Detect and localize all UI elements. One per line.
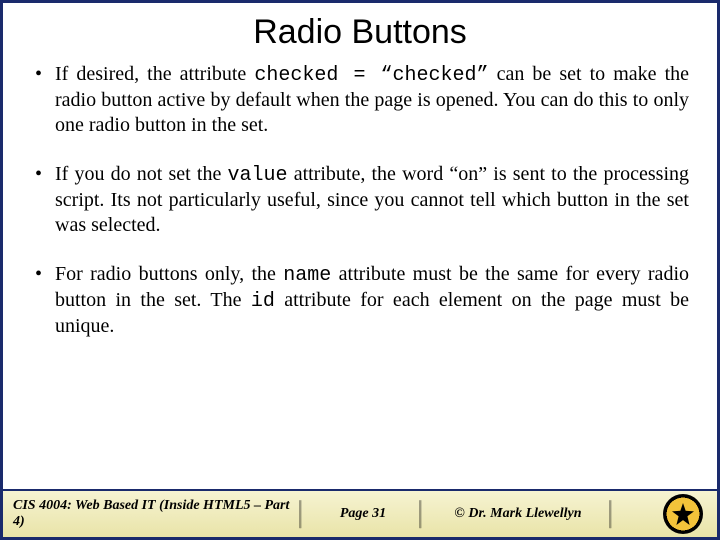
code-span: id	[251, 290, 275, 313]
ucf-logo-icon	[663, 494, 703, 534]
footer-course: CIS 4004: Web Based IT (Inside HTML5 – P…	[3, 491, 303, 537]
code-span: name	[283, 264, 331, 287]
bullet-item: If desired, the attribute checked = “che…	[33, 62, 689, 138]
bullet-text: If desired, the attribute	[55, 63, 254, 85]
bullet-text: For radio buttons only, the	[55, 263, 283, 285]
bullet-item: If you do not set the value attribute, t…	[33, 162, 689, 238]
code-span: checked = “checked”	[254, 64, 488, 87]
footer-page: Page 31	[303, 491, 423, 537]
slide-footer: CIS 4004: Web Based IT (Inside HTML5 – P…	[3, 489, 717, 537]
bullet-text: If you do not set the	[55, 163, 228, 185]
slide-body: If desired, the attribute checked = “che…	[3, 62, 717, 489]
slide-container: Radio Buttons If desired, the attribute …	[0, 0, 720, 540]
footer-logo-area	[613, 491, 717, 537]
bullet-list: If desired, the attribute checked = “che…	[33, 62, 689, 339]
bullet-item: For radio buttons only, the name attribu…	[33, 262, 689, 339]
code-span: value	[228, 164, 288, 187]
slide-title: Radio Buttons	[3, 13, 717, 52]
footer-copyright: © Dr. Mark Llewellyn	[423, 491, 613, 537]
